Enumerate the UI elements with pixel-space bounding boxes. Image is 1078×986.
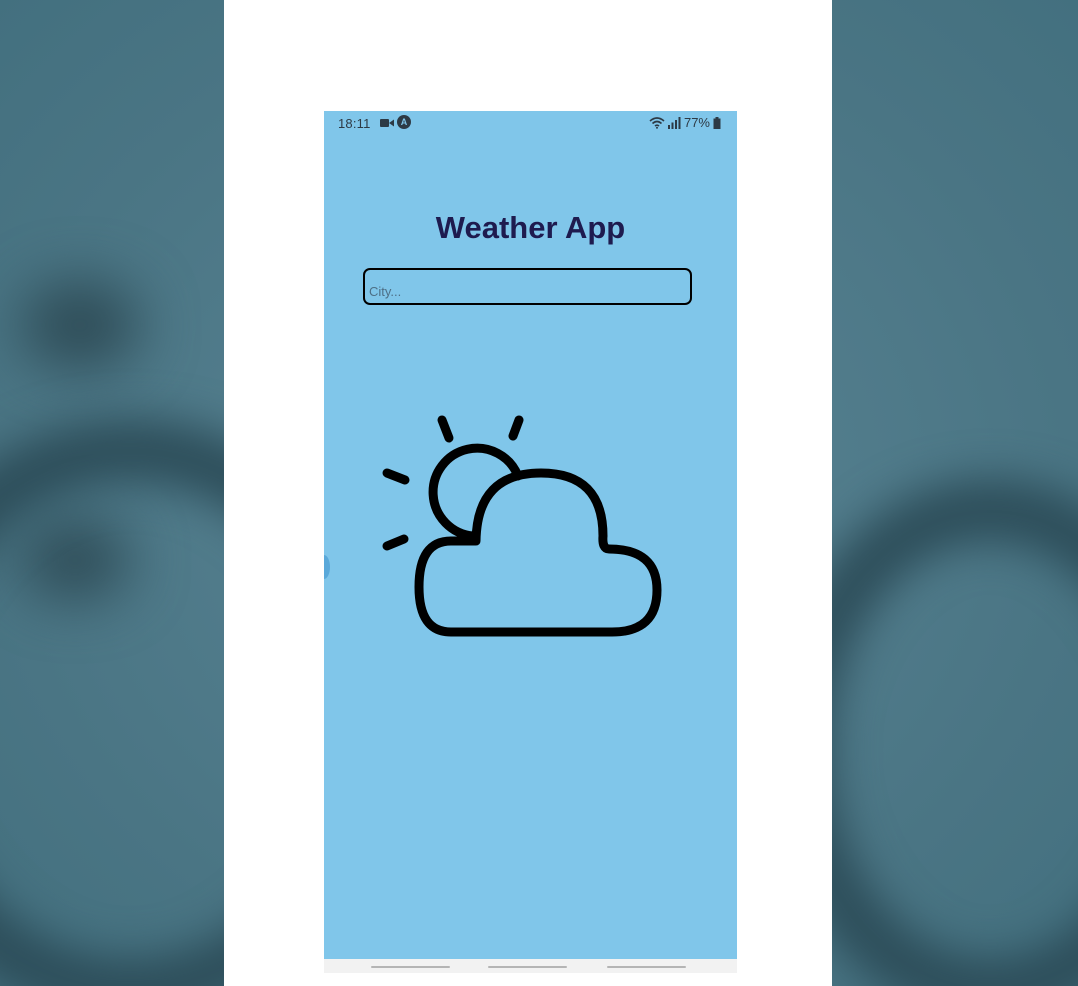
navigation-bar bbox=[324, 959, 737, 973]
edge-handle bbox=[324, 555, 330, 579]
nav-button-back[interactable] bbox=[607, 966, 686, 968]
city-search-input[interactable] bbox=[363, 268, 692, 305]
phone-screen: 18:11 A 77% Weather App City... bbox=[324, 111, 737, 971]
background-blob bbox=[20, 280, 140, 370]
status-bar: 18:11 A 77% bbox=[324, 111, 737, 135]
video-camera-icon bbox=[380, 119, 394, 127]
status-time: 18:11 bbox=[338, 116, 371, 131]
battery-percentage: 77% bbox=[683, 115, 710, 130]
nav-button-recents[interactable] bbox=[371, 966, 450, 968]
battery-icon bbox=[713, 116, 721, 129]
nav-button-home[interactable] bbox=[488, 966, 567, 968]
app-title: Weather App bbox=[435, 210, 626, 245]
accessibility-icon: A bbox=[397, 115, 411, 129]
status-indicators: 77% bbox=[649, 115, 721, 130]
signal-icon bbox=[667, 116, 681, 129]
wifi-icon bbox=[649, 117, 665, 129]
partly-cloudy-icon bbox=[382, 415, 662, 637]
